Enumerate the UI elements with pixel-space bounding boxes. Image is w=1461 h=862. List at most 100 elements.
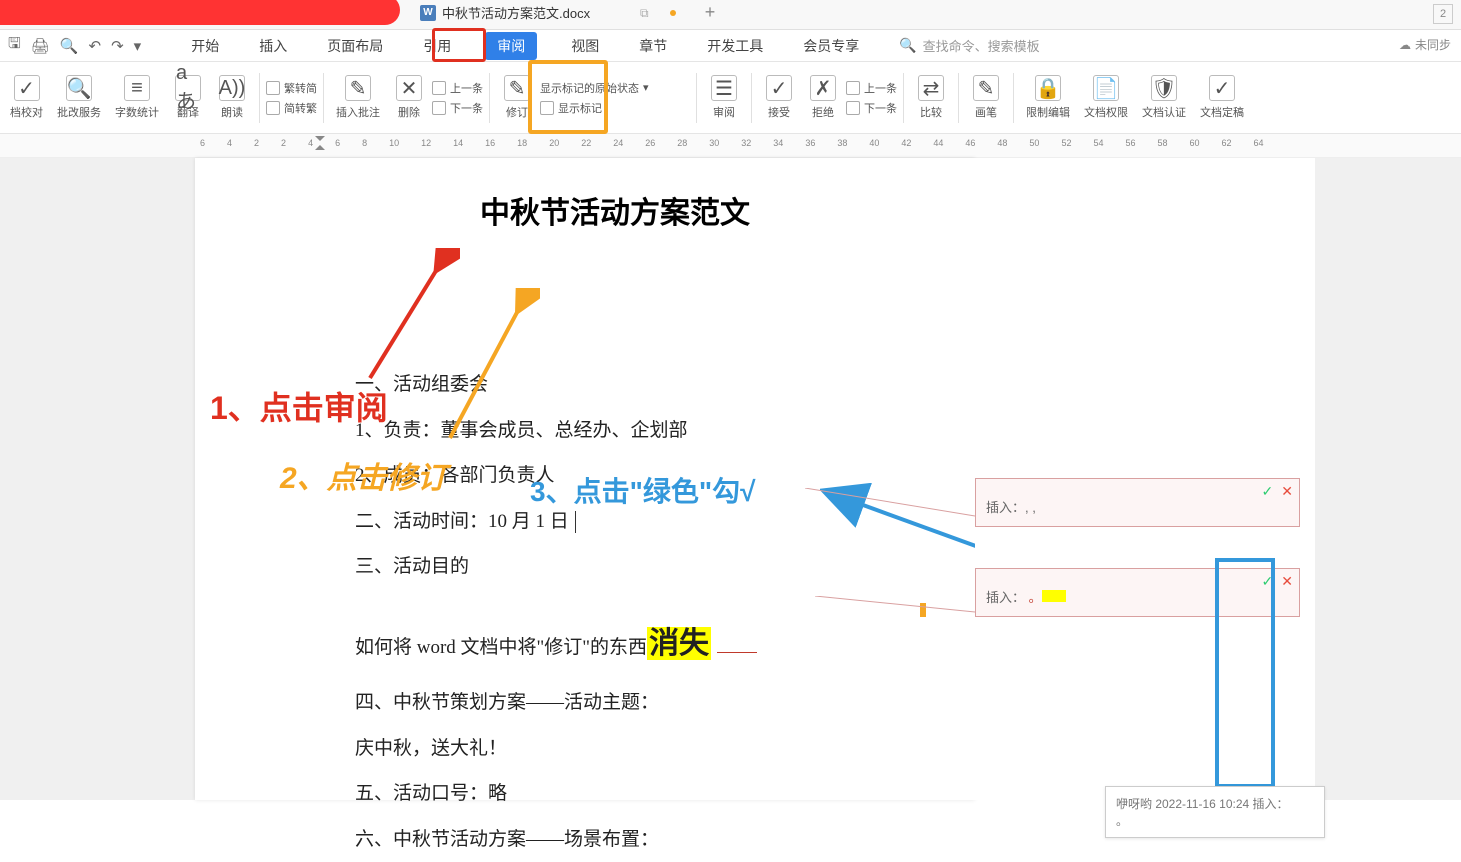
- btn-doc-permission[interactable]: 📄文档权限: [1078, 65, 1134, 131]
- comment-accept-icon[interactable]: ✓: [1262, 573, 1274, 590]
- tab-insert[interactable]: 插入: [253, 32, 293, 60]
- comment-highlight-swatch: [1042, 590, 1066, 602]
- new-tab-button[interactable]: +: [700, 3, 720, 23]
- separator: [489, 73, 490, 123]
- ruler-tick: 40: [869, 138, 879, 148]
- btn-doc-final[interactable]: ✓文档定稿: [1194, 65, 1250, 131]
- sync-status[interactable]: ☁ 未同步: [1399, 36, 1451, 53]
- redaction-overlay: [0, 0, 400, 25]
- btn-review-pane[interactable]: ☰审阅: [703, 65, 745, 131]
- btn-delete-comment[interactable]: ✕删除: [388, 65, 430, 131]
- window-badge[interactable]: 2: [1433, 4, 1453, 24]
- qat-save-icon[interactable]: 🖫: [8, 33, 21, 58]
- btn-compare[interactable]: ⇄比较: [910, 65, 952, 131]
- btn-insert-comment[interactable]: ✎插入批注: [330, 65, 386, 131]
- revision-mark: [717, 652, 757, 653]
- btn-correction[interactable]: 🔍批改服务: [51, 65, 107, 131]
- doc-p4: 二、活动时间：10 月 1 日: [355, 499, 875, 545]
- indent-marker-icon[interactable]: [315, 136, 325, 150]
- qat-print-icon[interactable]: 🖨: [31, 37, 50, 55]
- qat-redo-icon[interactable]: ↷: [111, 37, 124, 55]
- btn-read-aloud[interactable]: A))朗读: [211, 65, 253, 131]
- screen-mode-icon[interactable]: ⧉: [640, 6, 649, 21]
- delete-icon: ✕: [396, 75, 422, 101]
- btn-translate[interactable]: aあ翻译: [167, 65, 209, 131]
- ruler-tick: 64: [1254, 138, 1264, 148]
- doc-p5: 三、活动目的: [355, 544, 875, 590]
- horizontal-ruler[interactable]: 6422468101214161820222426283032343638404…: [0, 134, 1461, 158]
- tab-review[interactable]: 审阅: [485, 32, 537, 60]
- ruler-tick: 6: [200, 138, 205, 148]
- comment-reject-icon[interactable]: ✕: [1281, 483, 1293, 500]
- doc-p7: 四、中秋节策划方案——活动主题：: [355, 680, 875, 726]
- comment-box-2[interactable]: ✓ ✕ 插入： 。: [975, 568, 1300, 617]
- accept-icon: ✓: [766, 75, 792, 101]
- btn-reject[interactable]: ✗拒绝: [802, 65, 844, 131]
- btn-to-traditional[interactable]: 简转繁: [266, 100, 317, 116]
- comment-reject-icon[interactable]: ✕: [1281, 573, 1293, 590]
- qat-undo-icon[interactable]: ↶: [89, 37, 102, 55]
- comment-box-1[interactable]: ✓ ✕ 插入：, ,: [975, 478, 1300, 527]
- comment-pane: ✓ ✕ 插入：, , ✓ ✕ 插入： 。: [975, 158, 1315, 800]
- btn-doc-auth[interactable]: 🛡文档认证: [1136, 65, 1192, 131]
- tab-page-layout[interactable]: 页面布局: [321, 32, 389, 60]
- ruler-tick: 46: [965, 138, 975, 148]
- ruler-tick: 42: [901, 138, 911, 148]
- ruler-tick: 34: [773, 138, 783, 148]
- reject-icon: ✗: [810, 75, 836, 101]
- btn-prev-comment[interactable]: 上一条: [432, 80, 483, 96]
- ruler-tick: 26: [645, 138, 655, 148]
- ruler-tick: 2: [254, 138, 259, 148]
- doc-p1: 一、活动组委会: [355, 362, 875, 408]
- tab-membership[interactable]: 会员专享: [797, 32, 865, 60]
- wordcount-icon: ≡: [124, 75, 150, 101]
- next-icon: [432, 101, 446, 115]
- change-nav: 上一条 下一条: [846, 80, 897, 116]
- permission-icon: 📄: [1093, 75, 1119, 101]
- tab-sections[interactable]: 章节: [633, 32, 673, 60]
- compare-icon: ⇄: [918, 75, 944, 101]
- insert-comment-icon: ✎: [345, 75, 371, 101]
- btn-next-change[interactable]: 下一条: [846, 100, 897, 116]
- tab-start[interactable]: 开始: [185, 32, 225, 60]
- btn-to-simplified[interactable]: 繁转简: [266, 80, 317, 96]
- btn-prev-change[interactable]: 上一条: [846, 80, 897, 96]
- btn-track-changes[interactable]: ✎修订: [496, 65, 538, 131]
- markup-mode-dropdown[interactable]: 显示标记的原始状态▾: [540, 80, 690, 96]
- ruler-tick: 16: [485, 138, 495, 148]
- doc-p2: 1、负责：董事会成员、总经办、企划部: [355, 408, 875, 454]
- quick-access-toolbar: 🖫 🖨 🔍 ↶ ↷ ▾: [8, 33, 141, 58]
- qat-preview-icon[interactable]: 🔍: [60, 37, 79, 55]
- final-icon: ✓: [1209, 75, 1235, 101]
- doc-p8: 庆中秋，送大礼！: [355, 726, 875, 772]
- ruler-tick: 38: [837, 138, 847, 148]
- ruler-tick: 44: [933, 138, 943, 148]
- document-page[interactable]: 中秋节活动方案范文 一、活动组委会 1、负责：董事会成员、总经办、企划部 2、成…: [195, 158, 975, 800]
- comment-accept-icon[interactable]: ✓: [1262, 483, 1274, 500]
- workspace: 中秋节活动方案范文 一、活动组委会 1、负责：董事会成员、总经办、企划部 2、成…: [0, 158, 1461, 800]
- tab-references[interactable]: 引用: [417, 32, 457, 60]
- document-tab-label: 中秋节活动方案范文.docx: [442, 3, 590, 22]
- separator: [323, 73, 324, 123]
- btn-next-comment[interactable]: 下一条: [432, 100, 483, 116]
- qat-dropdown-icon[interactable]: ▾: [134, 37, 142, 55]
- to-traditional-icon: [266, 101, 280, 115]
- command-search[interactable]: 🔍 查找命令、搜索模板: [899, 36, 1039, 55]
- markup-display: 显示标记的原始状态▾ 显示标记: [540, 80, 690, 116]
- separator: [1013, 73, 1014, 123]
- document-tab[interactable]: W 中秋节活动方案范文.docx: [420, 3, 590, 22]
- btn-restrict[interactable]: 🔒限制编辑: [1020, 65, 1076, 131]
- ruler-marks: 6422468101214161820222426283032343638404…: [200, 138, 1264, 148]
- btn-wordcount[interactable]: ≡字数统计: [109, 65, 165, 131]
- btn-ink[interactable]: ✎画笔: [965, 65, 1007, 131]
- ruler-tick: 20: [549, 138, 559, 148]
- tab-developer[interactable]: 开发工具: [701, 32, 769, 60]
- tab-view[interactable]: 视图: [565, 32, 605, 60]
- btn-spellcheck[interactable]: ✓档校对: [4, 65, 49, 131]
- ruler-tick: 28: [677, 138, 687, 148]
- ruler-tick: 58: [1157, 138, 1167, 148]
- btn-show-markup[interactable]: 显示标记: [540, 100, 690, 116]
- title-bar: W 中秋节活动方案范文.docx ⧉ + 2: [0, 0, 1461, 30]
- doc-p10: 六、中秋节活动方案——场景布置：: [355, 817, 875, 862]
- btn-accept[interactable]: ✓接受: [758, 65, 800, 131]
